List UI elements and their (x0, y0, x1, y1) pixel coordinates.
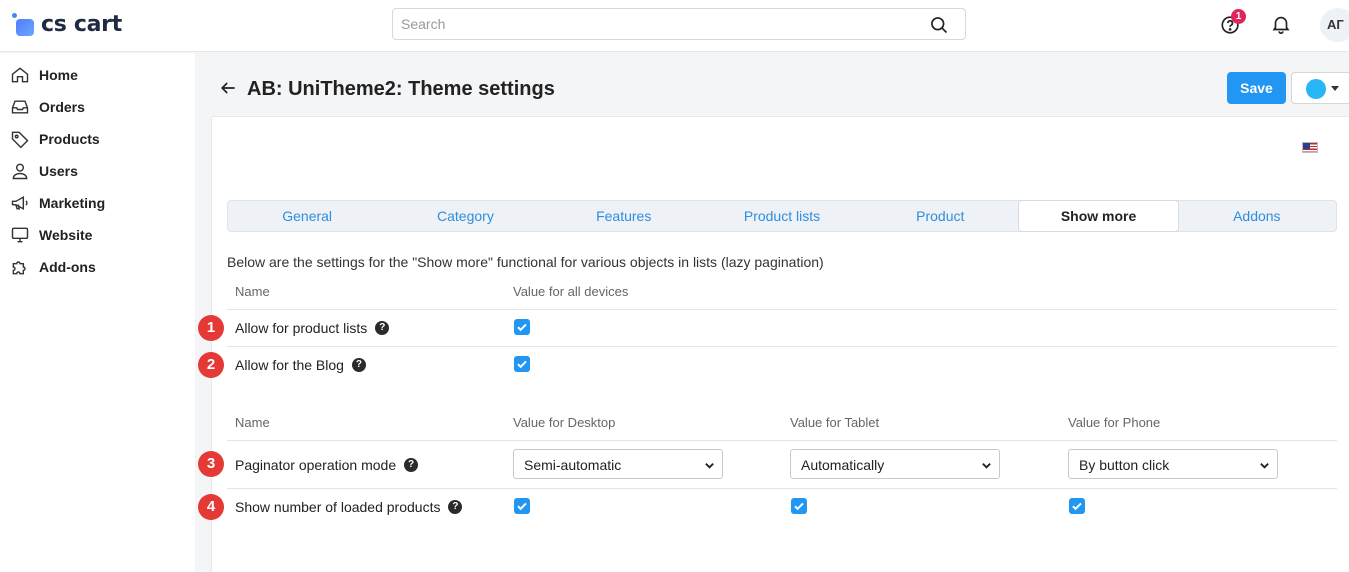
allow-blog-checkbox[interactable] (514, 356, 530, 372)
column-header-tablet: Value for Tablet (790, 415, 880, 430)
tools-dropdown-button[interactable] (1291, 72, 1349, 104)
allow-product-lists-checkbox[interactable] (514, 319, 530, 335)
paginator-desktop-select[interactable]: Semi-automatic (513, 449, 723, 479)
puzzle-icon (12, 261, 26, 275)
question-icon[interactable]: ? (404, 458, 419, 472)
tab-product[interactable]: Product (861, 201, 1019, 231)
divider (227, 440, 1337, 441)
sidebar-item-label: Orders (39, 99, 85, 115)
tab-show-more[interactable]: Show more (1018, 200, 1179, 232)
setting-label: Allow for the Blog ? (235, 357, 366, 373)
sidebar-item-website[interactable]: Website (10, 223, 92, 247)
sidebar-item-label: Add-ons (39, 259, 96, 275)
language-flag-icon[interactable] (1302, 142, 1318, 153)
top-bar: cs cart 1 АГ (0, 0, 1349, 52)
select-value: By button click (1079, 457, 1170, 473)
chevron-down-icon (1331, 86, 1339, 91)
sidebar-item-label: Home (39, 67, 78, 83)
sidebar-item-users[interactable]: Users (10, 159, 78, 183)
step-marker-1: 1 (198, 315, 224, 341)
question-icon[interactable]: ? (351, 358, 366, 372)
divider (227, 488, 1337, 489)
save-button[interactable]: Save (1227, 72, 1286, 104)
tab-product-lists[interactable]: Product lists (703, 201, 861, 231)
user-icon (12, 163, 28, 180)
sidebar-item-label: Marketing (39, 195, 106, 211)
tab-features[interactable]: Features (545, 201, 703, 231)
loaded-count-phone-checkbox[interactable] (1069, 498, 1085, 514)
logo-text: cs cart (41, 12, 122, 37)
check-icon (517, 360, 527, 369)
setting-label-text: Allow for product lists (235, 320, 368, 336)
bell-icon[interactable] (1270, 13, 1292, 35)
column-header-value-all: Value for all devices (513, 284, 629, 299)
column-header-name: Name (235, 415, 270, 430)
addon-logo-icon (1306, 79, 1326, 99)
loaded-count-tablet-checkbox[interactable] (791, 498, 807, 514)
check-icon (517, 323, 527, 332)
home-icon (11, 67, 29, 83)
paginator-phone-select[interactable]: By button click (1068, 449, 1278, 479)
sidebar-item-orders[interactable]: Orders (10, 95, 85, 119)
setting-label-text: Paginator operation mode (235, 457, 397, 473)
monitor-icon (11, 227, 29, 243)
column-header-name: Name (235, 284, 270, 299)
sidebar: Home Orders Products Users Marketing Web… (0, 53, 195, 572)
chevron-down-icon (705, 463, 714, 469)
chevron-down-icon (982, 463, 991, 469)
check-icon (517, 502, 527, 511)
logo-icon (12, 12, 34, 37)
settings-tabs: General Category Features Product lists … (227, 200, 1337, 232)
step-marker-4: 4 (198, 494, 224, 520)
back-arrow-icon[interactable] (218, 78, 238, 98)
loaded-count-desktop-checkbox[interactable] (514, 498, 530, 514)
step-marker-3: 3 (198, 451, 224, 477)
tab-addons[interactable]: Addons (1178, 201, 1336, 231)
notification-badge: 1 (1231, 9, 1246, 24)
setting-label: Allow for product lists ? (235, 320, 390, 336)
search-icon[interactable] (929, 15, 949, 35)
sidebar-item-label: Users (39, 163, 78, 179)
divider (227, 309, 1337, 310)
avatar[interactable]: АГ (1320, 8, 1349, 42)
column-header-desktop: Value for Desktop (513, 415, 616, 430)
divider (227, 346, 1337, 347)
select-value: Automatically (801, 457, 885, 473)
sidebar-item-products[interactable]: Products (10, 127, 100, 151)
sidebar-item-marketing[interactable]: Marketing (10, 191, 105, 215)
sidebar-item-home[interactable]: Home (10, 63, 78, 87)
search-box[interactable] (392, 8, 966, 40)
check-icon (794, 502, 804, 511)
question-icon[interactable]: ? (375, 321, 390, 335)
setting-label-text: Show number of loaded products (235, 499, 441, 515)
logo[interactable]: cs cart (12, 12, 122, 37)
setting-label: Show number of loaded products ? (235, 499, 463, 515)
question-icon[interactable]: ? (448, 500, 463, 514)
sidebar-item-label: Products (39, 131, 100, 147)
section-description: Below are the settings for the "Show mor… (227, 254, 824, 270)
tag-icon (11, 131, 29, 149)
tab-general[interactable]: General (228, 201, 386, 231)
tab-category[interactable]: Category (386, 201, 544, 231)
inbox-icon (11, 100, 29, 114)
megaphone-icon (11, 195, 28, 211)
page-title: AB: UniTheme2: Theme settings (247, 78, 555, 100)
search-input[interactable] (393, 9, 913, 39)
sidebar-item-add-ons[interactable]: Add-ons (10, 255, 96, 279)
sidebar-item-label: Website (39, 227, 93, 243)
setting-label: Paginator operation mode ? (235, 457, 419, 473)
setting-label-text: Allow for the Blog (235, 357, 344, 373)
check-icon (1072, 502, 1082, 511)
paginator-tablet-select[interactable]: Automatically (790, 449, 1000, 479)
column-header-phone: Value for Phone (1068, 415, 1161, 430)
step-marker-2: 2 (198, 352, 224, 378)
chevron-down-icon (1260, 463, 1269, 469)
select-value: Semi-automatic (524, 457, 622, 473)
